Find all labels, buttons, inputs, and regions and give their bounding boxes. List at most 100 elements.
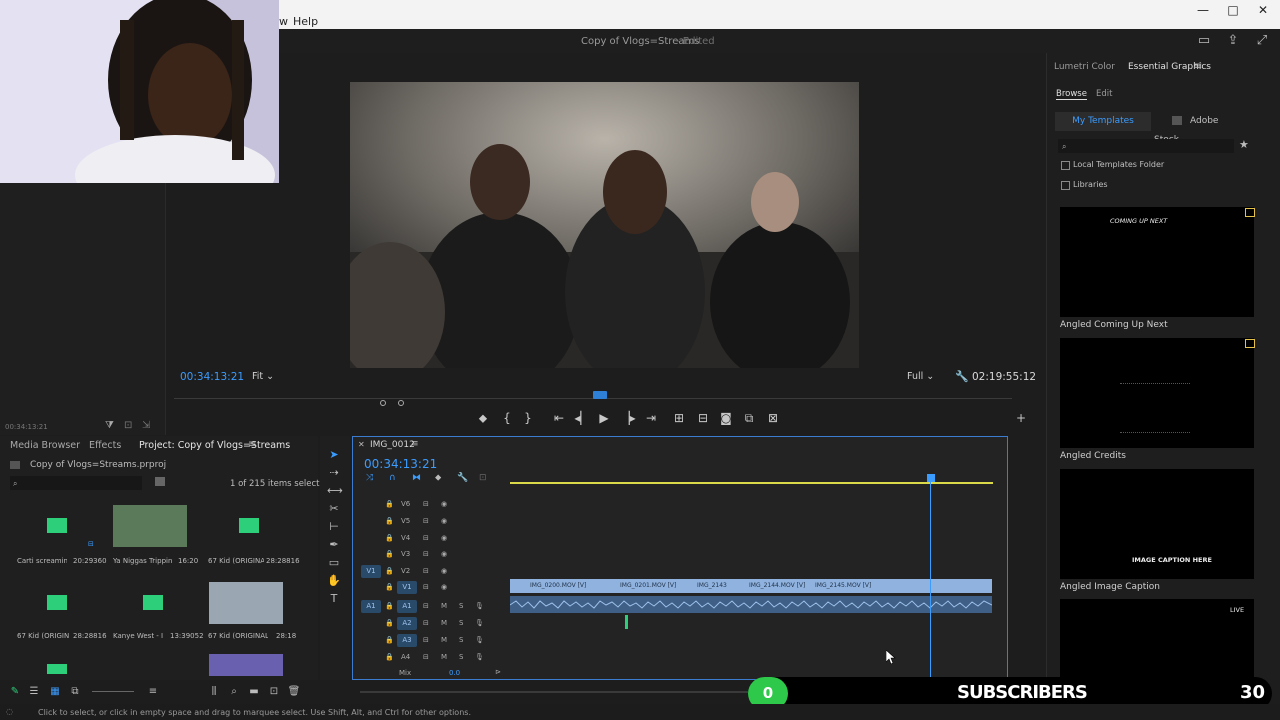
hand-tool-icon[interactable]: ✋ [327,574,341,588]
zoom-fit-select[interactable]: Fit ⌄ [252,371,292,382]
sync-lock-icon[interactable]: ⊟ [423,653,429,661]
track-name[interactable]: A1 [397,600,417,613]
fullscreen-icon[interactable]: ⤢ [1253,33,1271,48]
tab-media-browser[interactable]: Media Browser [10,440,80,451]
list-view-icon[interactable]: ☰ [27,686,41,697]
clip-title[interactable]: IMG_0201.MOV [V] [620,582,676,589]
tab-project[interactable]: Project: Copy of Vlogs=Streams [139,440,290,451]
lock-icon[interactable]: 🔒 [385,636,394,644]
source-patch-a[interactable]: A1 [361,600,381,613]
automate-icon[interactable]: ⫼ [207,686,221,697]
sequence-tab[interactable]: IMG_0012 [370,440,415,450]
nest-icon[interactable]: ⤨ [366,473,373,483]
razor-tool-icon[interactable]: ✂ [327,502,341,516]
solo-button[interactable]: S [459,636,463,644]
v1-clip-strip[interactable]: IMG_0200.MOV [V] IMG_0201.MOV [V] IMG_21… [510,579,992,593]
type-tool-icon[interactable]: T [327,592,341,606]
share-icon[interactable]: ⇪ [1224,33,1242,48]
mix-value[interactable]: 0.0 [449,669,460,677]
add-marker-icon[interactable]: ⬥ [473,411,493,426]
tab-lumetri-color[interactable]: Lumetri Color [1054,62,1115,72]
template-thumb-image-caption[interactable]: IMAGE CAPTION HERE [1060,469,1254,579]
lock-icon[interactable]: 🔒 [385,517,394,525]
sort-icon[interactable]: ≡ [146,686,160,697]
sync-lock-icon[interactable]: ⊟ [423,534,429,542]
timeline-timecode[interactable]: 00:34:13:21 [364,457,437,471]
bin-icon[interactable] [155,477,165,486]
lock-icon[interactable]: 🔒 [385,567,394,575]
audio-clip-thumb[interactable] [20,505,94,547]
workspace-icon[interactable]: ▭ [1195,33,1213,48]
sync-lock-icon[interactable]: ⊟ [423,583,429,591]
clip-title[interactable]: IMG_2143 [697,582,727,589]
in-handle[interactable] [380,400,386,406]
video-clip-thumb[interactable] [113,505,187,547]
lock-icon[interactable]: 🔒 [385,602,394,610]
panel-menu-icon[interactable]: ≡ [1194,61,1202,72]
eye-icon[interactable]: ◉ [441,583,447,591]
audio-clip-thumb[interactable] [212,505,286,547]
pencil-icon[interactable]: ✎ [8,686,22,697]
captions-icon[interactable]: ⊡ [479,473,487,483]
template-thumb-credits[interactable] [1060,338,1254,448]
eye-icon[interactable]: ◉ [441,567,447,575]
minimize-button[interactable]: — [1192,3,1214,17]
program-timecode[interactable]: 00:34:13:21 [180,371,244,383]
mute-button[interactable]: M [441,602,447,610]
template-thumb-live[interactable]: LIVE [1060,599,1254,680]
zoom-slider[interactable] [92,691,134,692]
step-forward-icon[interactable]: ▕▸ [618,411,638,425]
comparison-view-icon[interactable]: ⧉ [739,411,759,426]
mic-icon[interactable]: 🎙 [475,619,484,627]
extract-icon[interactable]: ⊟ [693,411,713,425]
video-clip-thumb[interactable] [209,582,283,624]
sync-lock-icon[interactable]: ⊟ [423,550,429,558]
marker-icon[interactable]: ⬥ [435,473,441,483]
my-templates-button[interactable]: My Templates [1055,112,1151,131]
project-search-input[interactable]: ⌕ [10,476,142,490]
track-name[interactable]: A2 [397,617,417,630]
audio-clip-thumb[interactable] [20,660,94,676]
find-icon[interactable]: ⌕ [227,686,241,697]
add-button-icon[interactable]: + [1011,411,1031,425]
program-playhead[interactable] [593,391,607,399]
mic-icon[interactable]: 🎙 [475,602,484,610]
ripple-edit-tool-icon[interactable]: ⟷ [327,484,343,498]
solo-button[interactable]: S [459,602,463,610]
play-icon[interactable]: ▶ [594,411,614,425]
libraries-checkbox[interactable] [1061,181,1070,190]
playhead-handle[interactable] [927,474,935,482]
eye-icon[interactable]: ◉ [441,550,447,558]
clip-title[interactable]: IMG_2144.MOV [V] [749,582,805,589]
icon-view-icon[interactable]: ▦ [48,686,62,697]
wrench-icon[interactable]: 🔧 [955,370,969,383]
sync-lock-icon[interactable]: ⊟ [423,619,429,627]
close-button[interactable]: ✕ [1252,3,1274,17]
menu-help[interactable]: Help [293,15,318,28]
sync-lock-icon[interactable]: ⊟ [423,500,429,508]
template-search-input[interactable]: ⌕ [1058,139,1234,153]
wrench-icon[interactable]: 🔧 [457,473,468,483]
track-select-tool-icon[interactable]: ⇢ [327,466,341,480]
local-templates-checkbox[interactable] [1061,161,1070,170]
lock-icon[interactable]: 🔒 [385,550,394,558]
audio-clip-thumb[interactable] [20,582,94,624]
out-handle[interactable] [398,400,404,406]
video-preview[interactable] [350,82,859,368]
playback-resolution-select[interactable]: Full ⌄ [907,371,943,382]
go-to-out-icon[interactable]: ⇥ [641,411,661,425]
lock-icon[interactable]: 🔒 [385,653,394,661]
lock-icon[interactable]: 🔒 [385,534,394,542]
clip-title[interactable]: IMG_2145.MOV [V] [815,582,871,589]
mic-icon[interactable]: 🎙 [475,653,484,661]
panel-menu-icon[interactable]: ≡ [411,439,419,449]
eye-icon[interactable]: ◉ [441,517,447,525]
rectangle-tool-icon[interactable]: ▭ [327,556,341,570]
solo-button[interactable]: S [459,619,463,627]
settings-icon[interactable]: ⊡ [124,420,132,431]
panel-menu-icon[interactable]: ≡ [248,439,256,450]
go-to-in-icon[interactable]: ⇤ [549,411,569,425]
audio-clip-thumb[interactable] [116,582,190,624]
eye-icon[interactable]: ◉ [441,500,447,508]
clip-title[interactable]: IMG_0200.MOV [V] [530,582,586,589]
